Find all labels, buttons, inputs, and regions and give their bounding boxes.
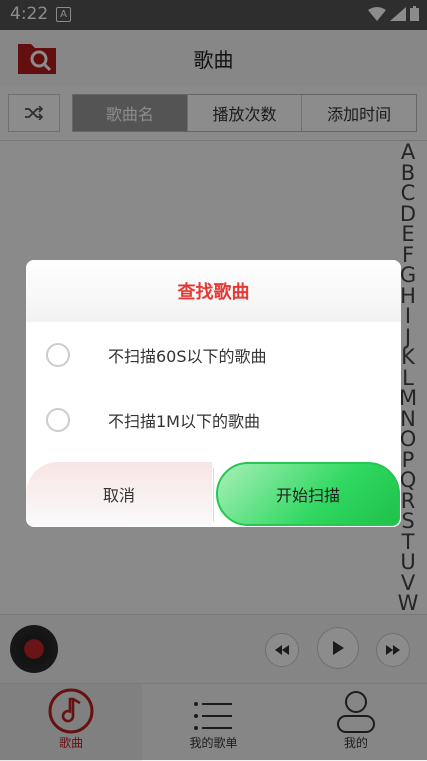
radio-skip-1m[interactable]: [46, 408, 70, 432]
option-skip-1m[interactable]: 不扫描1M以下的歌曲: [46, 400, 260, 440]
cancel-button[interactable]: 取消: [26, 462, 212, 526]
find-songs-dialog: 查找歌曲 不扫描60S以下的歌曲 不扫描1M以下的歌曲 取消 开始扫描: [26, 260, 401, 527]
dialog-title: 查找歌曲: [26, 260, 401, 322]
start-scan-button[interactable]: 开始扫描: [216, 462, 400, 526]
option-label-1m: 不扫描1M以下的歌曲: [108, 412, 260, 431]
radio-skip-60s[interactable]: [46, 343, 70, 367]
option-skip-60s[interactable]: 不扫描60S以下的歌曲: [46, 335, 267, 375]
button-separator: [213, 468, 214, 522]
option-label-60s: 不扫描60S以下的歌曲: [108, 347, 267, 366]
